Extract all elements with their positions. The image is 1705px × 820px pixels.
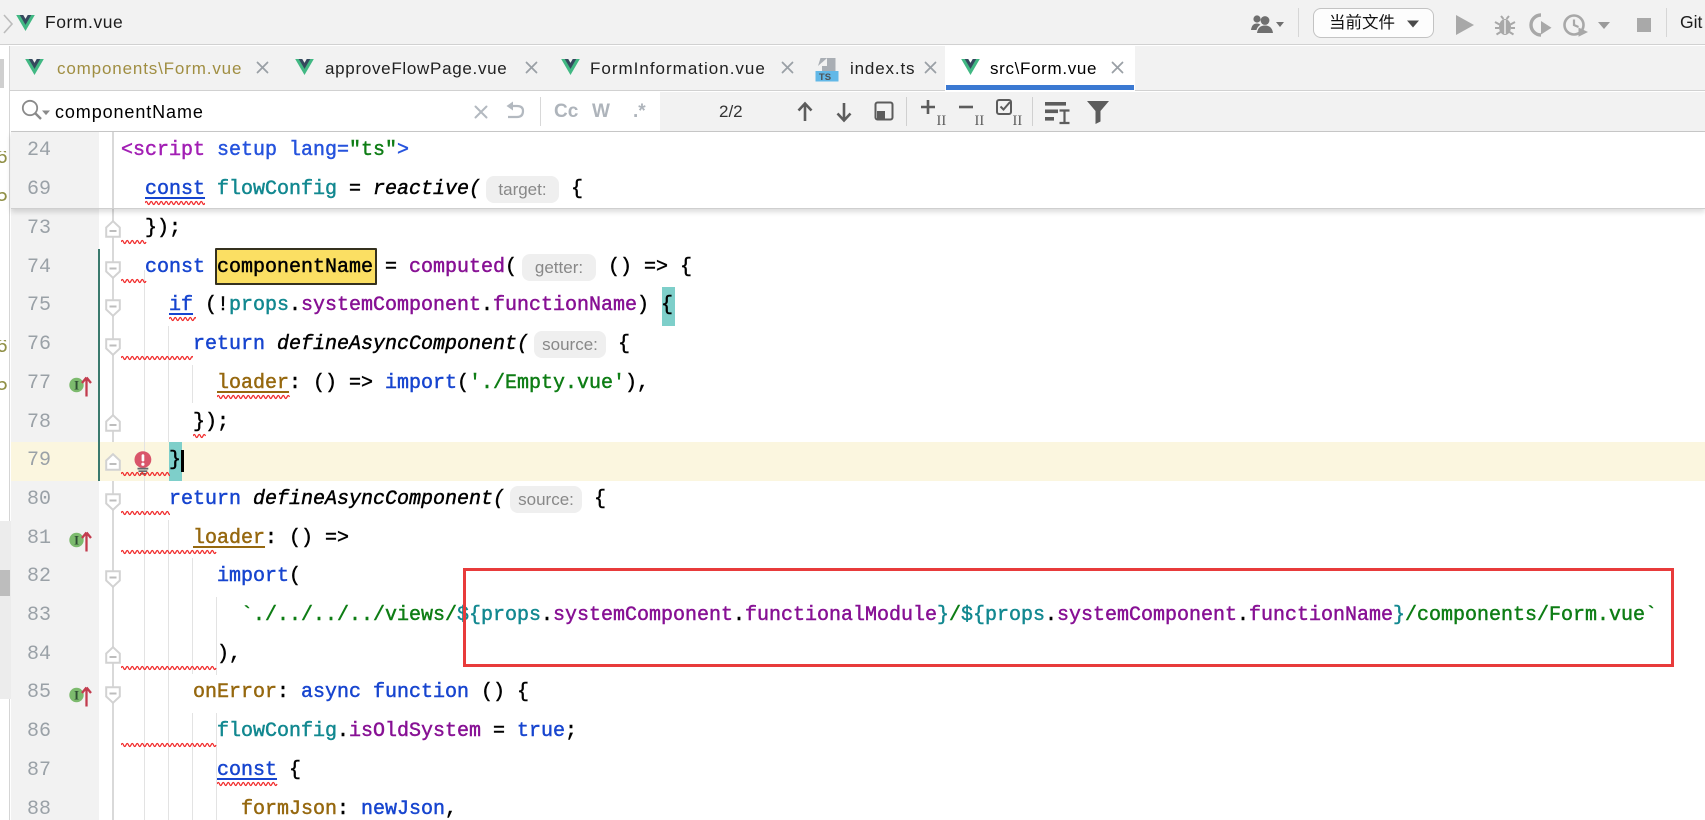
svg-text:II: II: [975, 113, 985, 128]
svg-text:I: I: [74, 533, 79, 547]
svg-text:TS: TS: [819, 72, 831, 83]
svg-text:I: I: [74, 379, 79, 393]
svg-text:I: I: [74, 688, 79, 702]
svg-text:II: II: [1013, 113, 1023, 128]
svg-text:II: II: [937, 113, 947, 128]
